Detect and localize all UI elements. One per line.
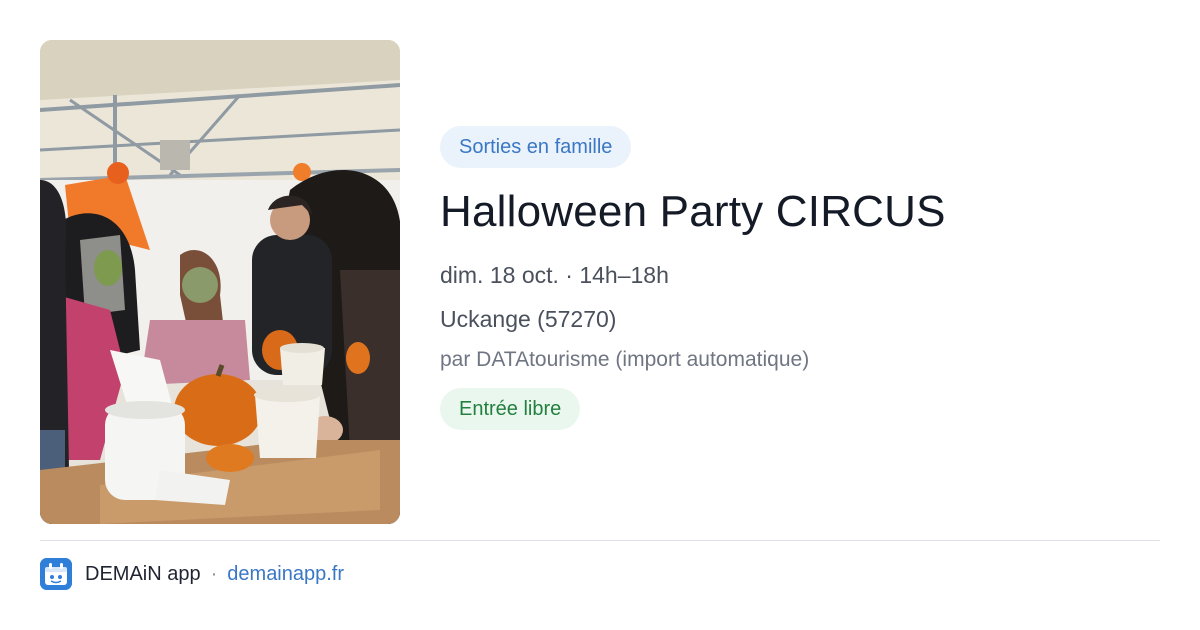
- event-photo: [40, 40, 400, 524]
- app-url-link[interactable]: demainapp.fr: [227, 563, 344, 586]
- event-datetime: dim. 18 oct. · 14h–18h: [440, 262, 669, 288]
- event-location: Uckange (57270): [440, 306, 617, 332]
- event-source: par DATAtourisme (import automatique): [440, 348, 810, 371]
- footer-divider: [40, 540, 1160, 541]
- footer: DEMAiN app · demainapp.fr: [40, 558, 344, 590]
- event-title: Halloween Party CIRCUS: [440, 187, 946, 236]
- app-name: DEMAiN app: [85, 562, 201, 585]
- event-info: Sorties en famille Halloween Party CIRCU…: [440, 126, 1160, 430]
- event-share-card: Sorties en famille Halloween Party CIRCU…: [0, 0, 1200, 630]
- category-badge[interactable]: Sorties en famille: [440, 126, 632, 168]
- footer-separator: ·: [210, 562, 218, 585]
- demain-app-logo-icon: [40, 558, 72, 590]
- price-badge: Entrée libre: [440, 388, 581, 430]
